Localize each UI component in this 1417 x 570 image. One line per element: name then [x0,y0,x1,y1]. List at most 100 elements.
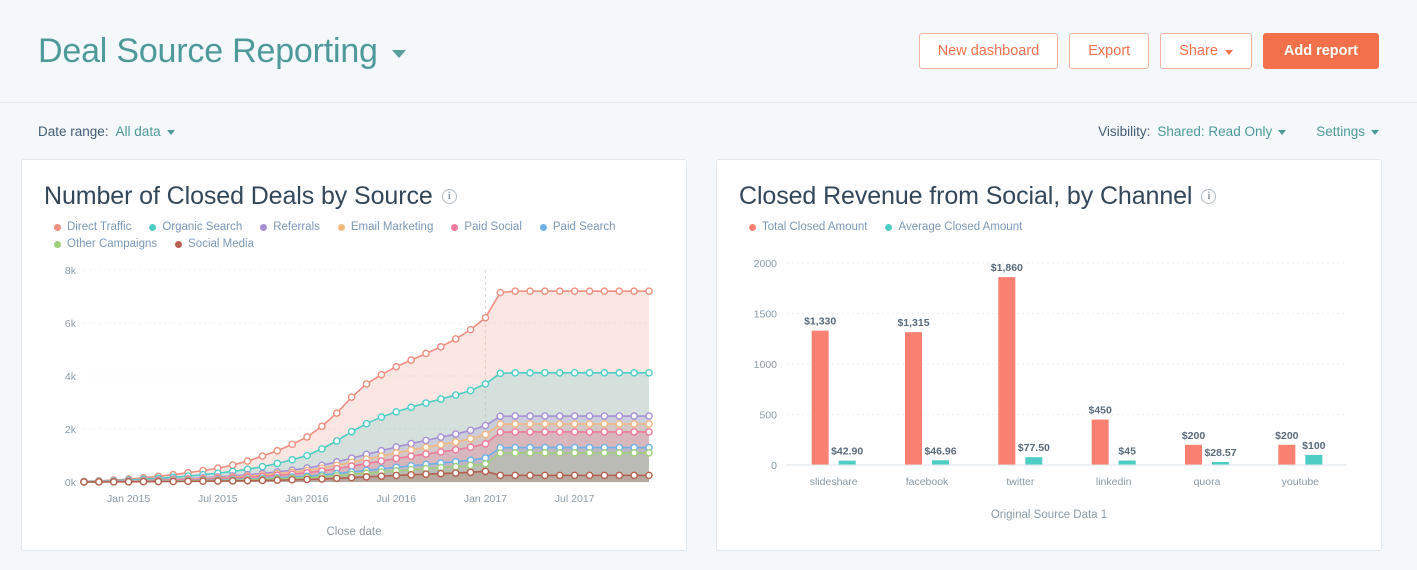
x-axis-tick-label: linkedin [1096,476,1132,488]
legend-item[interactable]: Direct Traffic [54,221,131,233]
data-point [466,443,475,452]
legend-label: Paid Social [464,221,522,233]
data-point [541,420,549,428]
report-card-closed-revenue: Closed Revenue from Social, by Channel i… [716,159,1382,551]
data-point [526,369,534,377]
data-point [585,471,594,480]
data-point [407,356,415,364]
legend-item[interactable]: Paid Search [539,221,616,233]
chevron-down-icon [1224,49,1233,55]
visibility-selector[interactable]: Shared: Read Only [1157,124,1287,139]
legend-label: Direct Traffic [67,221,132,233]
data-point [392,362,401,371]
bar [838,460,856,465]
bar [1025,457,1043,465]
data-point [600,471,609,480]
card-title: Closed Revenue from Social, by Channel [739,182,1193,210]
bar [1185,444,1202,465]
legend-item[interactable]: Other Campaigns [54,238,157,250]
share-label: Share [1179,43,1218,59]
data-point [437,440,445,449]
legend-item[interactable]: Referrals [260,221,320,233]
data-point [526,471,534,480]
data-point [630,420,638,428]
y-axis-tick-label: 2k [65,424,77,436]
data-point [570,449,579,457]
data-point [466,325,475,334]
legend-label: Paid Search [552,221,616,233]
legend-color-dot [175,240,183,248]
x-axis-tick-label: Jan 2017 [464,493,507,505]
data-point [451,430,460,438]
data-point [511,471,519,480]
data-point [318,445,326,453]
chart-legend: Total Closed Amount Average Closed Amount [749,221,1349,233]
data-point [600,420,609,428]
data-point [273,459,282,468]
data-point [615,287,624,296]
data-point [570,428,579,436]
data-point [645,420,653,428]
data-point [451,335,460,343]
data-point [570,369,579,377]
data-point [377,457,386,465]
data-point [362,419,371,428]
legend-item[interactable]: Email Marketing [337,221,433,233]
data-point [422,450,430,458]
data-point [600,287,609,296]
legend-item[interactable]: Organic Search [149,221,242,233]
chevron-down-icon [1278,129,1287,135]
y-axis-tick-label: 2000 [754,258,778,270]
data-point [95,478,103,486]
data-point [407,452,415,460]
info-icon[interactable]: i [1201,189,1217,204]
data-point [303,433,311,441]
card-title-group: Number of Closed Deals by Source i [44,182,664,211]
filter-bar: Date range: All data Visibility: Shared:… [0,103,1417,159]
data-point [496,471,505,480]
add-report-label: Add report [1283,43,1358,59]
data-point [332,409,341,417]
legend-item[interactable]: Paid Social [451,221,522,233]
y-axis-tick-label: 6k [65,318,77,330]
legend-color-dot [149,223,157,231]
export-button[interactable]: Export [1069,33,1150,69]
new-dashboard-button[interactable]: New dashboard [918,33,1059,69]
add-report-button[interactable]: Add report [1262,33,1379,69]
data-point [645,287,653,296]
legend-item[interactable]: Social Media [175,238,254,250]
data-point [258,452,267,460]
data-point [243,457,252,465]
data-point [377,472,386,480]
page-title-group[interactable]: Deal Source Reporting [38,32,406,71]
legend-item[interactable]: Total Closed Amount [749,221,867,233]
legend-label: Referrals [273,221,320,233]
data-point [496,288,505,297]
legend-item[interactable]: Average Closed Amount [885,221,1022,233]
data-point [124,477,133,486]
share-button[interactable]: Share [1160,33,1252,69]
x-axis-label: Original Source Data 1 [990,509,1108,521]
data-point [451,391,460,399]
y-axis-tick-label: 4k [65,371,77,383]
data-point [318,475,326,483]
header-actions: New dashboard Export Share Add report [918,33,1379,69]
data-point [600,412,609,420]
info-icon[interactable]: i [441,189,457,204]
data-point [496,369,505,378]
data-point [541,449,549,457]
chevron-down-icon[interactable] [391,50,406,58]
data-point [585,449,594,457]
data-point [541,287,549,296]
legend-label: Social Media [188,238,254,250]
data-point [630,412,638,420]
settings-menu[interactable]: Settings [1316,124,1379,139]
date-range-selector[interactable]: All data [116,124,175,139]
x-axis-tick-label: quora [1194,476,1221,488]
data-point [630,369,638,377]
y-axis-tick-label: 0 [771,460,777,472]
data-point [139,477,148,486]
data-point [422,436,430,445]
visibility-group: Visibility: Shared: Read Only [1098,124,1287,139]
export-label: Export [1088,43,1131,59]
